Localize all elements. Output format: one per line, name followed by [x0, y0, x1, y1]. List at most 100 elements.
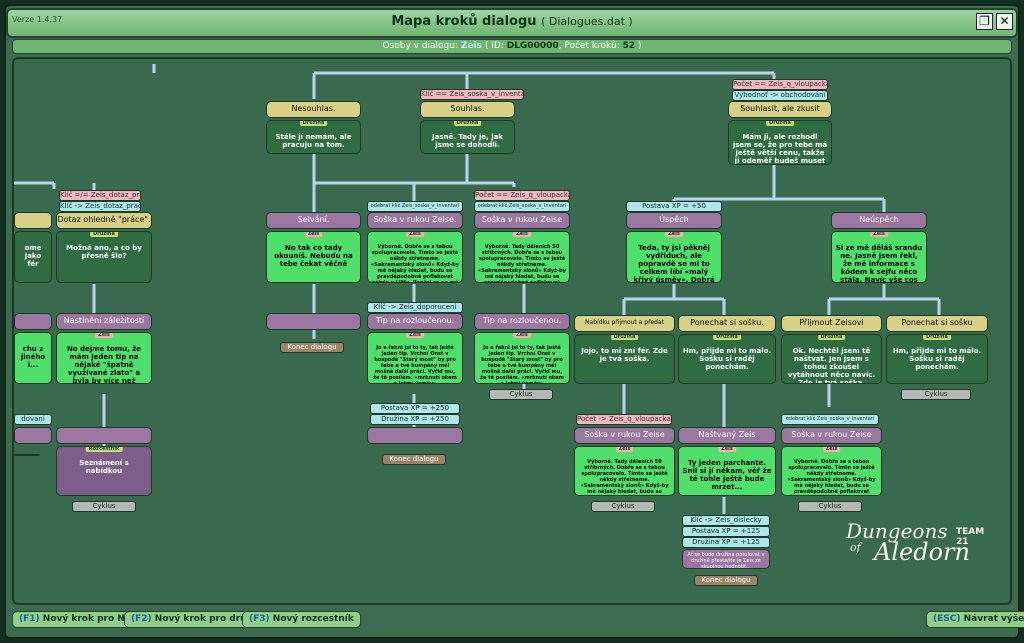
node-souhlas-body[interactable]: Družina Jasně. Tady je, jak jsme se dohod… [420, 120, 515, 154]
node-selvani-body[interactable]: Zeis No tak co tady okouníš. Nebudu na te… [266, 231, 361, 283]
action-count-vloupacka-plus2[interactable]: Počet -> Zeis_q_vloupacka +2 [576, 414, 672, 425]
info-prefix: Osoby v dialogu: [382, 41, 459, 51]
node-uspech-body[interactable]: Zeis Teda, ty jsi pěkněj vydřiduch, ale p… [626, 231, 722, 283]
node-soska4-header[interactable]: Soška v rukou Zeise [781, 427, 882, 444]
esc-key: (ESC) [933, 614, 961, 624]
node-left3-body[interactable]: chu z jiného i... [14, 332, 52, 384]
cycle-3[interactable]: Cyklus [72, 501, 136, 512]
node-text: Možná ano, a co by přesně šlo? [66, 244, 142, 260]
violet-note[interactable]: Ať se bude družina potulovat v družině p… [682, 549, 770, 569]
end-dialog-2[interactable]: Konec dialogu [382, 454, 446, 465]
f3-label: Nový rozcestník [272, 614, 354, 624]
node-soska2-body[interactable]: Zeis Výborně. Tady dáleních 50 stříbrných… [474, 231, 570, 283]
f2-key: (F2) [131, 614, 152, 624]
node-empty-header[interactable] [266, 313, 361, 330]
node-tip1-header[interactable]: Tip na rozloučenou. [367, 313, 463, 330]
dungeons-of-aledorn-logo: Dungeons of Aledorn TEAM 21 [846, 521, 984, 565]
action-remove-soska-1[interactable]: odebrat klíč Zeis_soska_v_inventari [367, 201, 463, 212]
node-soska3-body[interactable]: Zeis Výborně. Tady dáleních 50 stříbrných… [574, 446, 675, 496]
node-soska1-body[interactable]: Zeis Výborně. Dobře se s tebou spolupraco… [367, 231, 463, 283]
node-soska1-header[interactable]: Soška v rukou Zeise. [367, 212, 463, 229]
node-ponechat1-body[interactable]: Družina Hm, přijde mi to málo. Sošku si r… [678, 334, 776, 384]
cycle-5[interactable]: Cyklus [798, 501, 862, 512]
node-nastvany-body[interactable]: Zeis Ty jeden parchante. Snil si jí někam… [678, 446, 776, 496]
action-trade[interactable]: Vyhodnoť -> obchodování [732, 90, 828, 101]
node-empty2-header[interactable] [367, 427, 463, 444]
node-dotaz-header[interactable]: Dotaz ohledně "práce". [56, 212, 152, 229]
speaker-tag: Družina [299, 121, 328, 126]
node-nastineni-header[interactable]: Nastínění záležitostí [56, 313, 152, 330]
speaker-tag: Zeis [718, 447, 736, 452]
action-xp-250-postava[interactable]: Postava XP = +250 [370, 403, 460, 414]
action-dislecky[interactable]: Klíč -> Zeis_dislecky [682, 515, 770, 526]
action-xp-125-postava[interactable]: Postava XP = +125 [682, 526, 770, 537]
speaker-tag: Rozcestník [85, 447, 123, 452]
node-nabidka-header[interactable]: Nabídku přijmout a předat sošku. [574, 315, 675, 332]
node-souhlasit-body[interactable]: Družina Mám ji, ale rozhodl jsem se, že p… [728, 120, 832, 165]
node-tip2-header[interactable]: Tip na rozloučenou. [474, 313, 570, 330]
restore-icon[interactable]: ❐ [976, 13, 993, 30]
action-xp-250-druzina[interactable]: Družina XP = +250 [370, 414, 460, 425]
action-doporuceni[interactable]: Klíč -> Zeis_doporuceni [367, 302, 463, 313]
condition-key-soska[interactable]: Klíč == Zeis_soska_v_inventari [420, 89, 524, 100]
node-neuspech-body[interactable]: Zeis Si ze mě děláš srandu ne. Jasně jsem… [831, 231, 927, 283]
node-prijmout-body[interactable]: Družina Ok. Nechtěl jsem tě naštvat. Jen … [781, 334, 882, 384]
node-uspech-header[interactable]: Úspěch [626, 212, 722, 229]
node-tip1-body[interactable]: Zeis Jo a řekni jsi to ty, tak ještě jede… [367, 332, 463, 384]
node-text: Hm, přijde mi to málo. Sošku si raděj po… [892, 347, 982, 371]
end-left[interactable] [14, 454, 40, 456]
action-remove-soska-2[interactable]: odebrat klíč Zeis_soska_v_inventari [474, 201, 570, 212]
action-xp-50[interactable]: Postava XP = +50 [626, 201, 722, 212]
node-soska2-header[interactable]: Soška v rukou Zeise [474, 212, 570, 229]
node-prijmout-header[interactable]: Přijmout Zeisovi podmínky. [781, 315, 882, 332]
node-left3-header[interactable] [14, 313, 52, 330]
node-ponechat2-header[interactable]: Ponechat si sošku [886, 315, 988, 332]
node-text: ome jako fér [24, 244, 42, 268]
go-back-button[interactable]: (ESC) Návrat výše [926, 611, 1024, 628]
window-title: Mapa kroků dialogu ( Dialogues.dat ) [0, 14, 1024, 29]
action-xp-125-druzina[interactable]: Družina XP = +125 [682, 537, 770, 548]
node-dotaz-body[interactable]: Družina Možná ano, a co by přesně šlo? [56, 231, 152, 283]
action-left-dovani[interactable]: dovani [14, 414, 52, 425]
end-dialog-3[interactable]: Konec dialogu [694, 575, 758, 586]
speaker-tag: Družina [610, 335, 639, 340]
condition-count-vloupacka-2[interactable]: Počet == Zeis_q_vloupacka 2 [474, 190, 570, 201]
close-icon[interactable]: ✕ [996, 13, 1013, 30]
cycle-1[interactable]: Cyklus [489, 389, 553, 400]
node-text: Si ze mě děláš srandu ne. Jasně jsem řek… [835, 244, 923, 283]
condition-not-dotaz-prace[interactable]: Klíč =/= Zeis_dotaz_prace [59, 190, 141, 201]
condition-count-vloupacka-1[interactable]: Počet == Zeis_q_vloupacka 1 [732, 79, 828, 90]
end-dialog-1[interactable]: Konec dialogu [280, 342, 344, 353]
speaker-tag: Družina [817, 335, 846, 340]
node-left4-header[interactable] [14, 427, 52, 444]
node-neuspech-header[interactable]: Neúspěch [831, 212, 927, 229]
f1-key: (F1) [19, 614, 40, 624]
node-rozcestnik-header[interactable] [56, 427, 152, 444]
info-count-label: , Počet kroků: [558, 41, 620, 51]
node-soska3-header[interactable]: Soška v rukou Zeise [574, 427, 675, 444]
node-ponechat2-body[interactable]: Družina Hm, přijde mi to málo. Sošku si r… [886, 334, 988, 384]
node-nesouhlas-body[interactable]: Družina Stále jí nemám, ale pracuju na to… [266, 120, 361, 154]
node-selvani-header[interactable]: Selvání. [266, 212, 361, 229]
node-nesouhlas-header[interactable]: Nesouhlas. [266, 101, 361, 118]
node-left-header[interactable] [14, 212, 52, 229]
node-tip2-body[interactable]: Zeis Jo a řekni jsi to ty, tak ještě jede… [474, 332, 570, 384]
node-nastvany-header[interactable]: Naštvaný Zeis [678, 427, 776, 444]
speaker-tag: Zeis [95, 333, 113, 338]
action-dotaz-prace[interactable]: Klíč -> Zeis_dotaz_prace [59, 201, 141, 212]
cycle-4[interactable]: Cyklus [591, 501, 655, 512]
node-ponechat1-header[interactable]: Ponechat si sošku. [678, 315, 776, 332]
node-nastineni-body[interactable]: Zeis No dejme tomu, že mám jeden tip na n… [56, 332, 152, 384]
new-crossroad-button[interactable]: (F3) Nový rozcestník [242, 611, 361, 628]
node-seznameni-body[interactable]: Rozcestník Seznámení s nabídkou [56, 446, 152, 496]
logo-team: TEAM 21 [956, 527, 985, 547]
cycle-2[interactable]: Cyklus [901, 389, 971, 400]
info-id-value: DLG00000 [506, 41, 559, 51]
node-nabidka-body[interactable]: Družina Jojo, to mi zní fér. Zde je tvá s… [574, 334, 675, 384]
node-text: Stále jí nemám, ale pracuju na tom. [275, 133, 352, 149]
action-remove-soska-3[interactable]: odebrat klíč Zeis_soska_v_inventari [781, 414, 879, 425]
node-souhlasit-header[interactable]: Souhlasit, ale zkusit obchodovat. [728, 101, 832, 118]
node-soska4-body[interactable]: Zeis Výborně. Dobře se s tebou spolupraco… [781, 446, 882, 496]
node-souhlas-header[interactable]: Souhlas. [420, 101, 515, 118]
node-left-body[interactable]: ome jako fér [14, 231, 52, 283]
